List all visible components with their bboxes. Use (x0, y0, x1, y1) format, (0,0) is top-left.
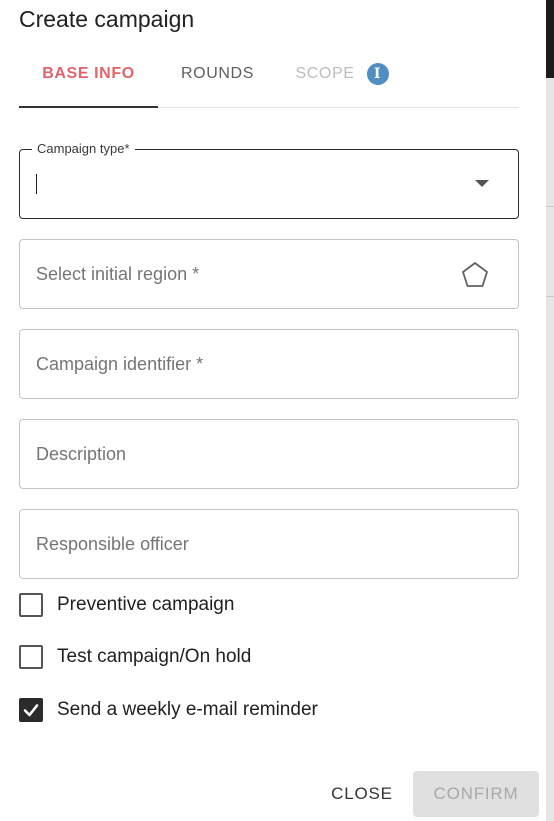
tab-label: ROUNDS (181, 64, 254, 82)
info-icon[interactable]: i (366, 62, 389, 85)
create-campaign-dialog: Create campaign BASE INFO ROUNDS SCOPE i… (0, 0, 546, 821)
close-button[interactable]: CLOSE (320, 771, 404, 817)
checkbox-label: Preventive campaign (57, 594, 235, 615)
dialog-title: Create campaign (19, 6, 195, 32)
checkmark-icon (23, 704, 39, 717)
initial-region-placeholder: Select initial region * (36, 263, 200, 284)
tab-base-info[interactable]: BASE INFO (19, 40, 158, 107)
preventive-campaign-checkbox[interactable] (19, 593, 43, 617)
polygon-icon[interactable] (460, 260, 490, 290)
checkbox-label: Test campaign/On hold (57, 646, 252, 667)
tab-label: BASE INFO (42, 64, 135, 82)
campaign-identifier-field[interactable]: Campaign identifier * (19, 329, 519, 399)
tab-bar: BASE INFO ROUNDS SCOPE i (19, 40, 519, 108)
weekly-reminder-option[interactable]: Send a weekly e-mail reminder (19, 696, 318, 724)
campaign-type-label: Campaign type* (32, 141, 135, 156)
backdrop (546, 0, 554, 821)
active-tab-indicator (19, 106, 158, 108)
preventive-campaign-option[interactable]: Preventive campaign (19, 591, 234, 619)
backdrop-divider (546, 296, 554, 297)
text-caret (36, 174, 37, 194)
weekly-reminder-checkbox[interactable] (19, 698, 43, 722)
chevron-down-icon[interactable] (475, 180, 489, 187)
checkbox-label: Send a weekly e-mail reminder (57, 699, 318, 720)
backdrop-divider (546, 206, 554, 207)
confirm-button[interactable]: CONFIRM (413, 771, 539, 817)
tab-label: SCOPE (295, 64, 355, 82)
responsible-officer-placeholder: Responsible officer (36, 533, 189, 554)
campaign-type-select[interactable]: Campaign type* (19, 141, 519, 219)
test-campaign-option[interactable]: Test campaign/On hold (19, 643, 251, 671)
test-campaign-checkbox[interactable] (19, 645, 43, 669)
campaign-identifier-placeholder: Campaign identifier * (36, 353, 204, 374)
description-placeholder: Description (36, 443, 127, 464)
tab-rounds[interactable]: ROUNDS (158, 40, 277, 107)
initial-region-field[interactable]: Select initial region * (19, 239, 519, 309)
responsible-officer-field[interactable]: Responsible officer (19, 509, 519, 579)
tab-scope: SCOPE i (277, 40, 407, 107)
description-field[interactable]: Description (19, 419, 519, 489)
backdrop-dark-region (546, 0, 554, 78)
